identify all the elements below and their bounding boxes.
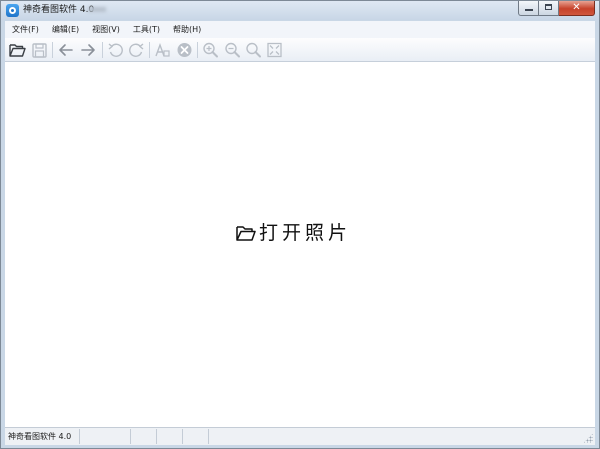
save-icon [32,43,47,58]
toolbar [5,38,595,62]
text-recognize-button[interactable] [153,41,172,59]
menu-help[interactable]: 帮助(H) [166,21,207,38]
caption-buttons: ✕ [518,1,595,16]
zoom-in-icon [203,42,218,58]
delete-icon [177,43,192,57]
toolbar-separator [102,42,103,58]
open-folder-icon [9,44,26,57]
menu-edit[interactable]: 编辑(E) [45,21,85,38]
rotate-left-icon [108,43,123,57]
forward-arrow-icon [81,44,95,56]
toolbar-separator [197,42,198,58]
fit-window-button[interactable] [265,41,284,59]
status-pane [131,429,157,444]
delete-button[interactable] [175,41,194,59]
actual-size-icon [246,42,261,58]
image-viewport[interactable]: 打开照片 [5,62,595,427]
zoom-out-button[interactable] [223,41,242,59]
minimize-button[interactable] [518,1,539,16]
minimize-icon [525,9,533,11]
app-logo-icon[interactable] [6,4,19,17]
open-photo-label: 打开照片 [259,222,352,244]
title-bar[interactable]: 神奇看图软件 4.0 ✕ [1,1,599,20]
toolbar-separator [149,42,150,58]
title-redaction [88,7,106,12]
open-photo-button[interactable]: 打开照片 [235,220,351,246]
status-pane [80,429,131,444]
status-pane [157,429,183,444]
app-window: 神奇看图软件 4.0 ✕ 文件(F) 编辑(E) 视图(V) 工具(T) 帮助(… [0,0,600,449]
menu-bar: 文件(F) 编辑(E) 视图(V) 工具(T) 帮助(H) [5,21,595,38]
maximize-icon [545,4,552,10]
menu-tools[interactable]: 工具(T) [126,21,166,38]
save-button[interactable] [30,41,49,59]
zoom-in-button[interactable] [201,41,220,59]
open-button[interactable] [8,41,27,59]
actual-size-button[interactable] [244,41,263,59]
previous-button[interactable] [56,41,75,59]
text-recognize-icon [155,42,170,57]
window-title: 神奇看图软件 4.0 [23,5,95,15]
status-bar: 神奇看图软件 4.0 [5,427,595,445]
rotate-right-icon [129,43,144,57]
next-button[interactable] [79,41,98,59]
close-icon: ✕ [572,2,581,13]
menu-file[interactable]: 文件(F) [5,21,45,38]
status-pane [183,429,209,444]
fit-window-icon [267,42,282,58]
rotate-right-button[interactable] [127,41,146,59]
rotate-left-button[interactable] [106,41,125,59]
maximize-button[interactable] [539,1,559,16]
menu-view[interactable]: 视图(V) [85,21,126,38]
toolbar-separator [52,42,53,58]
open-folder-icon [236,226,256,241]
back-arrow-icon [59,44,73,56]
resize-grip[interactable] [583,433,593,443]
status-app-version: 神奇看图软件 4.0 [5,429,80,444]
close-button[interactable]: ✕ [559,1,595,16]
zoom-out-icon [225,42,240,58]
